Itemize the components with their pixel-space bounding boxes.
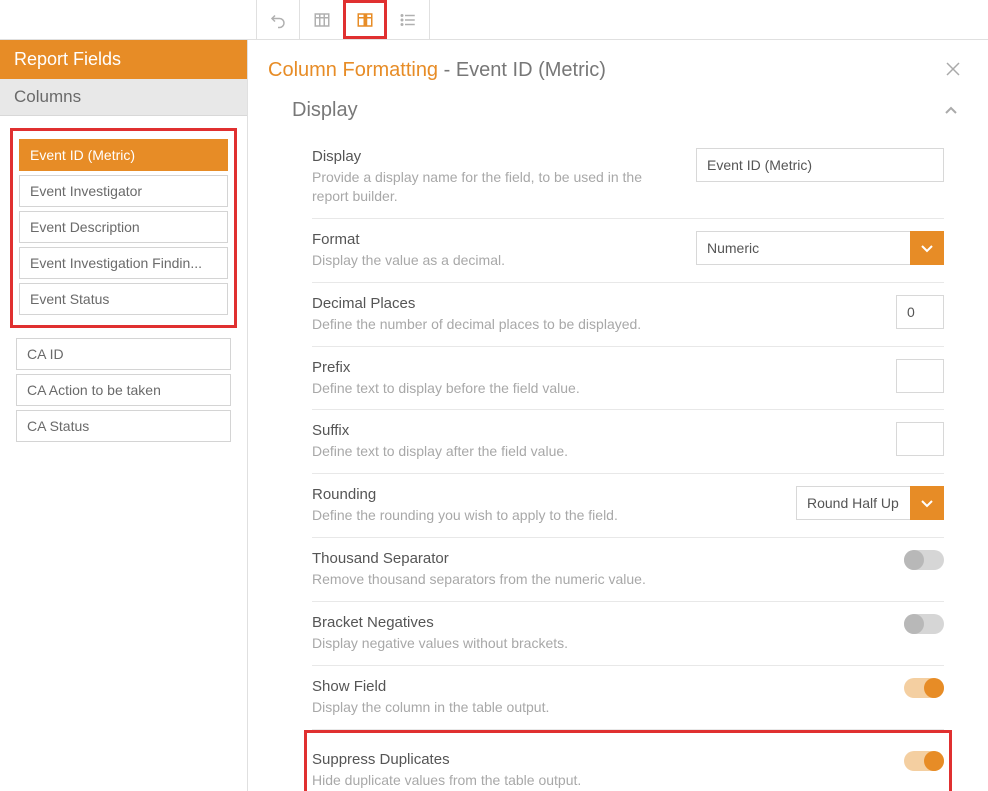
panel-title-field: Event ID (Metric) bbox=[456, 59, 606, 81]
bracket-desc: Display negative values without brackets… bbox=[312, 634, 682, 653]
field-ca-id[interactable]: CA ID bbox=[16, 338, 231, 370]
decimal-label: Decimal Places bbox=[312, 295, 682, 312]
field-event-id[interactable]: Event ID (Metric) bbox=[19, 139, 228, 171]
field-event-status[interactable]: Event Status bbox=[19, 283, 228, 315]
thousand-desc: Remove thousand separators from the nume… bbox=[312, 570, 682, 589]
showfield-toggle[interactable] bbox=[904, 678, 944, 698]
display-label: Display bbox=[312, 148, 676, 165]
bracket-toggle[interactable] bbox=[904, 614, 944, 634]
display-desc: Provide a display name for the field, to… bbox=[312, 168, 676, 206]
undo-button[interactable] bbox=[256, 0, 300, 39]
list-view-button[interactable] bbox=[386, 0, 430, 39]
suppress-toggle[interactable] bbox=[904, 751, 944, 771]
field-event-description[interactable]: Event Description bbox=[19, 211, 228, 243]
column-format-button[interactable] bbox=[343, 0, 387, 39]
chevron-down-icon bbox=[910, 231, 944, 265]
showfield-label: Show Field bbox=[312, 678, 682, 695]
format-label: Format bbox=[312, 231, 676, 248]
sidebar: Report Fields Columns Event ID (Metric) … bbox=[0, 40, 248, 791]
columns-header[interactable]: Columns bbox=[0, 79, 247, 116]
panel-title-main: Column Formatting bbox=[268, 59, 438, 81]
prefix-label: Prefix bbox=[312, 359, 682, 376]
rounding-label: Rounding bbox=[312, 486, 682, 503]
rounding-desc: Define the rounding you wish to apply to… bbox=[312, 506, 682, 525]
table-view-button[interactable] bbox=[300, 0, 344, 39]
suppress-highlight-box: Suppress Duplicates Hide duplicate value… bbox=[304, 730, 952, 791]
field-ca-status[interactable]: CA Status bbox=[16, 410, 231, 442]
field-ca-action[interactable]: CA Action to be taken bbox=[16, 374, 231, 406]
showfield-desc: Display the column in the table output. bbox=[312, 698, 682, 717]
close-icon[interactable] bbox=[938, 56, 968, 85]
thousand-label: Thousand Separator bbox=[312, 550, 682, 567]
suppress-desc: Hide duplicate values from the table out… bbox=[312, 771, 682, 790]
content-panel: Column Formatting - Event ID (Metric) Di… bbox=[248, 40, 988, 791]
rounding-select[interactable]: Round Half Up bbox=[796, 486, 944, 520]
suffix-label: Suffix bbox=[312, 422, 682, 439]
section-title: Display bbox=[292, 99, 358, 122]
suppress-label: Suppress Duplicates bbox=[312, 751, 682, 768]
thousand-toggle[interactable] bbox=[904, 550, 944, 570]
format-desc: Display the value as a decimal. bbox=[312, 251, 676, 270]
decimal-input[interactable] bbox=[896, 295, 944, 329]
chevron-down-icon bbox=[910, 486, 944, 520]
suffix-input[interactable] bbox=[896, 422, 944, 456]
prefix-input[interactable] bbox=[896, 359, 944, 393]
format-select[interactable]: Numeric bbox=[696, 231, 944, 265]
panel-title: Column Formatting - Event ID (Metric) bbox=[268, 59, 606, 82]
field-event-investigation-findings[interactable]: Event Investigation Findin... bbox=[19, 247, 228, 279]
sidebar-title: Report Fields bbox=[0, 40, 247, 79]
chevron-up-icon bbox=[944, 103, 958, 119]
prefix-desc: Define text to display before the field … bbox=[312, 379, 682, 398]
decimal-desc: Define the number of decimal places to b… bbox=[312, 315, 682, 334]
suffix-desc: Define text to display after the field v… bbox=[312, 442, 682, 461]
bracket-label: Bracket Negatives bbox=[312, 614, 682, 631]
display-input[interactable] bbox=[696, 148, 944, 182]
highlighted-fields-box: Event ID (Metric) Event Investigator Eve… bbox=[10, 128, 237, 328]
field-event-investigator[interactable]: Event Investigator bbox=[19, 175, 228, 207]
section-display-header[interactable]: Display bbox=[268, 93, 968, 130]
